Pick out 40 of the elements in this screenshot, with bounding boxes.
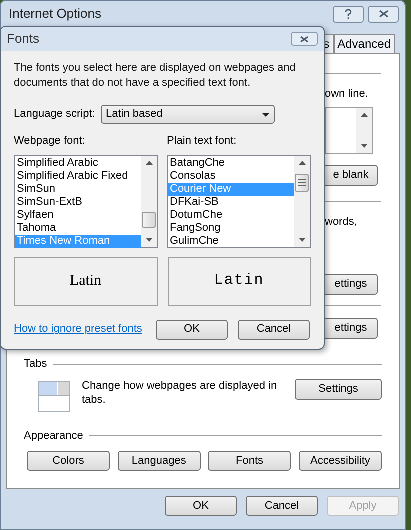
tab[interactable]: Advanced: [334, 34, 395, 53]
font-preview: Latin: [14, 256, 158, 306]
button[interactable]: Colors: [27, 451, 110, 471]
button[interactable]: Cancel: [246, 496, 318, 516]
list-label: Webpage font:: [14, 134, 86, 149]
list-item[interactable]: Simplified Arabic Fixed: [15, 170, 141, 182]
button[interactable]: Cancel: [238, 320, 310, 340]
language-select[interactable]: Latin based: [101, 105, 275, 124]
list-item[interactable]: Tahoma: [15, 222, 141, 234]
button[interactable]: Settings: [295, 378, 382, 400]
list-item[interactable]: SimSun-ExtB: [15, 196, 141, 208]
help-link[interactable]: How to ignore preset fonts: [14, 321, 142, 338]
button[interactable]: ettings: [325, 274, 378, 295]
option-text: words,: [325, 214, 358, 230]
dialog-title: Fonts: [7, 30, 40, 48]
list-item[interactable]: GulimChe: [168, 234, 294, 248]
section-heading: Appearance: [24, 428, 84, 444]
field-label: Language script:: [14, 107, 96, 122]
list-item[interactable]: FangSong: [168, 222, 294, 234]
list-item[interactable]: SimSun: [15, 182, 141, 196]
button[interactable]: OK: [165, 496, 237, 516]
dialog-description: The fonts you select here are displayed on webpages and documents that do not have a specified text font.: [14, 61, 297, 91]
button[interactable]: Languages: [118, 451, 201, 471]
option-text: own line.: [325, 87, 370, 102]
list-item[interactable]: Consolas: [168, 170, 294, 182]
button[interactable]: ettings: [325, 318, 378, 339]
button[interactable]: e blank: [325, 164, 378, 186]
list-item[interactable]: DotumChe: [168, 208, 294, 222]
list-item[interactable]: Simplified Arabic: [15, 156, 141, 170]
button[interactable]: Fonts: [208, 451, 292, 471]
button[interactable]: Accessibility: [298, 451, 382, 471]
font-preview: Latin: [168, 256, 311, 306]
button[interactable]: OK: [156, 320, 228, 340]
list-label: Plain text font:: [167, 134, 238, 149]
section-description: Change how webpages are displayed in tabs.: [82, 378, 278, 408]
section-heading: Tabs: [24, 357, 48, 372]
window-title: Internet Options: [9, 5, 102, 24]
list-item[interactable]: Sylfaen: [15, 208, 141, 222]
list-item[interactable]: DFKai-SB: [168, 196, 294, 208]
list-item[interactable]: BatangChe: [168, 156, 294, 170]
